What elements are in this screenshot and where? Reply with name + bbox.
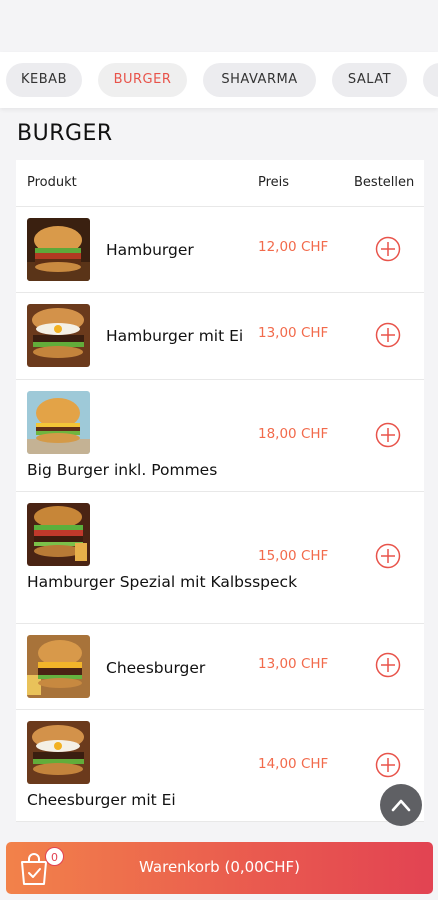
category-shavarma[interactable]: SHAVARMA	[203, 63, 316, 97]
product-price: 12,00 CHF	[258, 239, 329, 255]
product-table: Produkt Preis Bestellen Hamburger 12,00 …	[16, 160, 424, 822]
cheeseburger-photo	[27, 635, 90, 698]
product-price: 14,00 CHF	[258, 756, 329, 772]
product-price: 13,00 CHF	[258, 656, 329, 672]
table-row: Big Burger inkl. Pommes 18,00 CHF	[16, 380, 424, 492]
table-row: Hamburger 12,00 CHF	[16, 207, 424, 293]
table-header: Produkt Preis Bestellen	[16, 160, 424, 207]
table-row: Hamburger mit Ei 13,00 CHF	[16, 293, 424, 380]
add-circle-icon[interactable]	[375, 322, 401, 348]
add-circle-icon[interactable]	[375, 543, 401, 569]
top-bar	[0, 0, 438, 52]
cart-button[interactable]: 0 Warenkorb (0,00CHF)	[6, 842, 433, 894]
cart-label: Warenkorb (0,00CHF)	[139, 858, 300, 876]
category-next[interactable]	[423, 63, 438, 97]
hamburger-egg-photo	[27, 304, 90, 367]
header-product: Produkt	[27, 175, 77, 190]
category-burger[interactable]: BURGER	[98, 63, 187, 97]
product-name: Hamburger mit Ei	[106, 327, 244, 345]
table-row: Cheesburger 13,00 CHF	[16, 624, 424, 710]
add-circle-icon[interactable]	[375, 652, 401, 678]
product-price: 15,00 CHF	[258, 548, 329, 564]
cheeseburger-egg-photo	[27, 721, 90, 784]
chevron-up-icon	[391, 799, 411, 812]
product-price: 13,00 CHF	[258, 325, 329, 341]
table-row: Cheesburger mit Ei 14,00 CHF	[16, 710, 424, 822]
product-price: 18,00 CHF	[258, 426, 329, 442]
add-circle-icon[interactable]	[375, 752, 401, 778]
add-circle-icon[interactable]	[375, 422, 401, 448]
table-row: Hamburger Spezial mit Kalbsspeck 15,00 C…	[16, 492, 424, 624]
product-name: Cheesburger	[106, 659, 206, 677]
category-kebab[interactable]: KEBAB	[6, 63, 82, 97]
product-name: Cheesburger mit Ei	[27, 791, 176, 809]
category-salat[interactable]: SALAT	[332, 63, 407, 97]
add-circle-icon[interactable]	[375, 236, 401, 262]
header-order: Bestellen	[354, 175, 415, 190]
hamburger-photo	[27, 218, 90, 281]
hamburger-special-photo	[27, 503, 90, 566]
category-bar[interactable]: KEBAB BURGER SHAVARMA SALAT	[0, 52, 438, 108]
header-price: Preis	[258, 175, 290, 190]
product-name: Hamburger	[106, 241, 194, 259]
big-burger-photo	[27, 391, 90, 454]
section-title: BURGER	[17, 121, 113, 146]
product-name: Big Burger inkl. Pommes	[27, 461, 218, 479]
scroll-to-top-button[interactable]	[380, 784, 422, 826]
product-name: Hamburger Spezial mit Kalbsspeck	[27, 573, 298, 591]
